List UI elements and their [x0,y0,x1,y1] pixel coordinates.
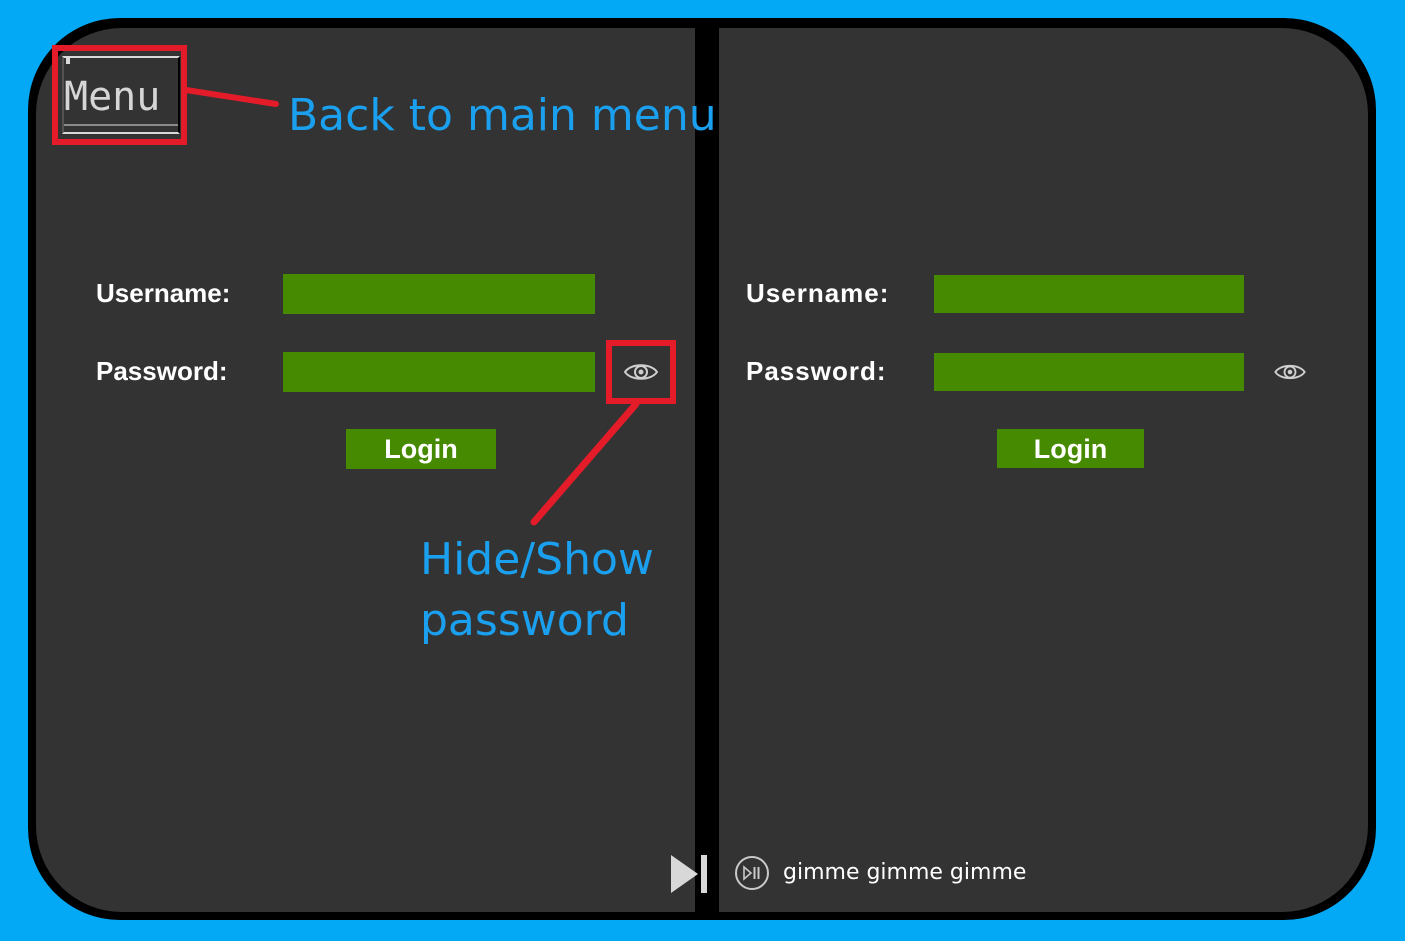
right-password-input[interactable] [934,353,1244,391]
play-pause-icon[interactable] [734,855,770,891]
right-panel [719,28,1368,912]
menu-button-edge [66,58,70,64]
right-login-button[interactable]: Login [997,429,1144,468]
menu-button-label: Menu [64,74,161,120]
eye-annotation-text-line2: password [420,595,629,646]
left-login-button[interactable]: Login [346,429,496,469]
menu-button-underline [64,124,178,126]
track-title: gimme gimme gimme [783,860,1027,885]
left-panel [36,28,695,912]
right-username-label: Username: [746,278,890,308]
right-password-label: Password: [746,356,887,386]
eye-icon[interactable] [623,360,659,384]
left-username-label: Username: [96,278,231,308]
menu-annotation-text: Back to main menu [288,90,717,141]
menu-button[interactable]: Menu [62,56,180,134]
skip-forward-icon[interactable] [668,853,710,895]
screenshot-canvas: Menu Back to main menu Username: Passwor… [0,0,1405,941]
eye-icon-right[interactable] [1273,361,1307,383]
eye-annotation-text-line1: Hide/Show [420,534,654,585]
left-password-input[interactable] [283,352,595,392]
right-username-input[interactable] [934,275,1244,313]
left-username-input[interactable] [283,274,595,314]
left-password-label: Password: [96,356,228,386]
